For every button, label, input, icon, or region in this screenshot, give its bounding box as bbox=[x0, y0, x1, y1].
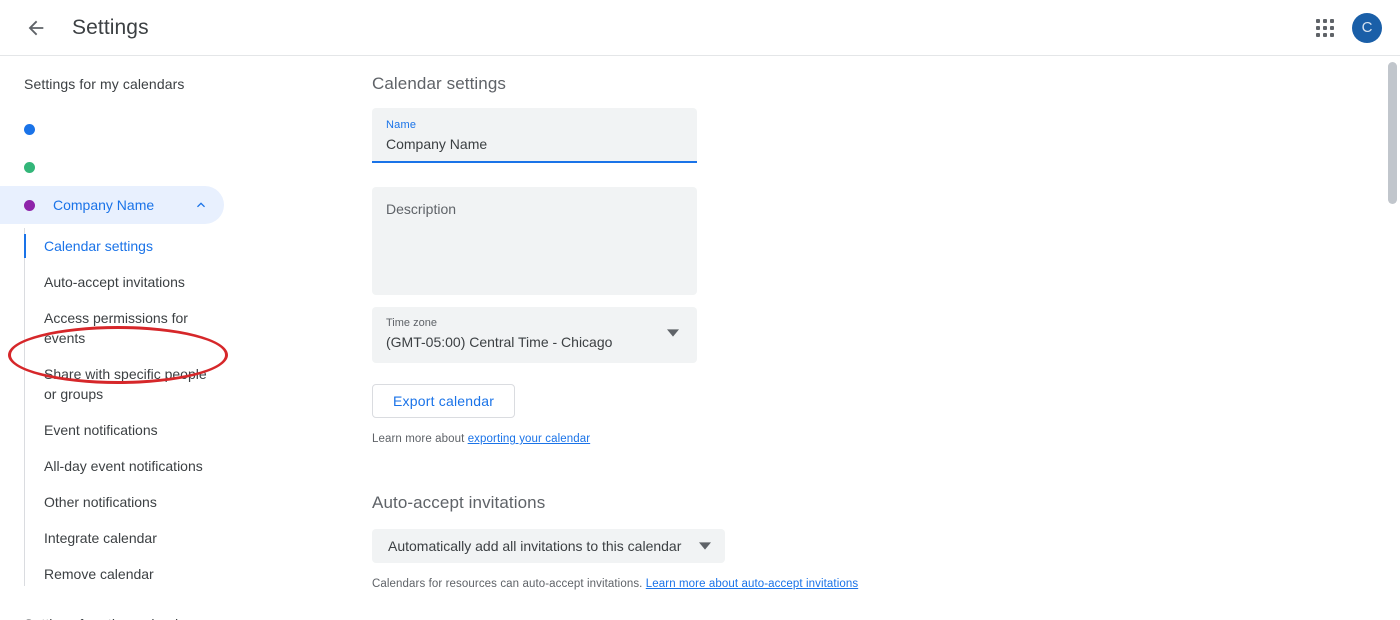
sidebar-calendar-row-2[interactable] bbox=[0, 148, 224, 186]
grid-dot bbox=[1330, 18, 1334, 23]
auto-accept-selected-value: Automatically add all invitations to thi… bbox=[388, 538, 682, 554]
grid-dot bbox=[1323, 25, 1327, 30]
timezone-value: (GMT-05:00) Central Time - Chicago bbox=[386, 334, 613, 350]
export-calendar-button[interactable]: Export calendar bbox=[372, 384, 516, 418]
grid-dot bbox=[1330, 25, 1334, 30]
grid-dot bbox=[1330, 32, 1334, 37]
sidebar-item-auto-accept-invitations[interactable]: Auto-accept invitations bbox=[0, 264, 224, 300]
sidebar-item-event-notifications[interactable]: Event notifications bbox=[0, 412, 224, 448]
sidebar-item-access-permissions[interactable]: Access permissions for events bbox=[0, 300, 224, 356]
back-button[interactable] bbox=[16, 8, 56, 48]
settings-content: Calendar settings Name Company Name Desc… bbox=[350, 56, 1392, 620]
calendar-color-dot bbox=[24, 161, 35, 173]
calendar-description-placeholder: Description bbox=[386, 201, 457, 217]
grid-dot bbox=[1316, 25, 1320, 30]
export-help-prefix: Learn more about bbox=[372, 433, 468, 445]
apps-grid-icon[interactable] bbox=[1306, 9, 1344, 47]
calendar-name-field[interactable]: Name Company Name bbox=[372, 108, 697, 163]
sidebar-item-share-with-specific-people[interactable]: Share with specific people or groups bbox=[0, 356, 224, 412]
chevron-down-icon bbox=[699, 540, 712, 552]
field-focus-underline bbox=[372, 161, 697, 163]
auto-accept-help-prefix: Calendars for resources can auto-accept … bbox=[372, 578, 646, 590]
sidebar-item-other-notifications[interactable]: Other notifications bbox=[0, 484, 224, 520]
auto-accept-select[interactable]: Automatically add all invitations to thi… bbox=[372, 529, 726, 563]
sidebar-calendar-row-company-name[interactable]: Company Name bbox=[0, 186, 224, 224]
section-heading-calendar-settings: Calendar settings bbox=[372, 74, 506, 93]
sidebar-item-calendar-settings[interactable]: Calendar settings bbox=[0, 228, 224, 264]
settings-sidebar: Settings for my calendars Company Name C… bbox=[0, 56, 350, 620]
exporting-your-calendar-link[interactable]: exporting your calendar bbox=[468, 433, 590, 445]
auto-accept-invitations-link[interactable]: Learn more about auto-accept invitations bbox=[646, 578, 858, 590]
grid-dot bbox=[1316, 32, 1320, 37]
calendar-color-dot bbox=[24, 123, 35, 135]
vertical-scrollbar-track[interactable] bbox=[1385, 56, 1400, 620]
sidebar-item-remove-calendar[interactable]: Remove calendar bbox=[0, 556, 224, 592]
grid-dot bbox=[1316, 18, 1320, 23]
header-actions: C bbox=[1306, 9, 1382, 47]
calendar-description-field[interactable]: Description bbox=[372, 187, 697, 295]
calendar-name-label: Name bbox=[386, 119, 417, 131]
avatar[interactable]: C bbox=[1352, 12, 1382, 43]
sidebar-item-integrate-calendar[interactable]: Integrate calendar bbox=[0, 520, 224, 556]
sidebar-calendar-label: Company Name bbox=[53, 197, 155, 213]
arrow-left-icon bbox=[28, 20, 44, 35]
grid-dot bbox=[1323, 18, 1327, 23]
chevron-down-icon bbox=[667, 326, 679, 344]
timezone-select[interactable]: Time zone (GMT-05:00) Central Time - Chi… bbox=[372, 307, 697, 363]
vertical-scrollbar-thumb[interactable] bbox=[1388, 62, 1397, 204]
sidebar-subnav: Calendar settings Auto-accept invitation… bbox=[0, 228, 350, 592]
sidebar-item-all-day-event-notifications[interactable]: All-day event notifications bbox=[0, 448, 224, 484]
page-title: Settings bbox=[72, 15, 149, 39]
section-heading-auto-accept: Auto-accept invitations bbox=[372, 493, 546, 512]
grid-dot bbox=[1323, 32, 1327, 37]
calendar-color-dot bbox=[24, 199, 35, 211]
auto-accept-help-text: Calendars for resources can auto-accept … bbox=[372, 578, 1392, 590]
sidebar-heading-other-calendars: Settings for other calendars bbox=[0, 616, 350, 620]
calendar-name-value: Company Name bbox=[386, 136, 488, 152]
chevron-up-icon[interactable] bbox=[192, 196, 210, 214]
sidebar-calendar-row-1[interactable] bbox=[0, 110, 224, 148]
sidebar-heading-my-calendars: Settings for my calendars bbox=[24, 76, 185, 92]
timezone-label: Time zone bbox=[386, 317, 437, 329]
app-header: Settings C bbox=[0, 0, 1400, 56]
export-help-text: Learn more about exporting your calendar bbox=[372, 433, 1392, 445]
